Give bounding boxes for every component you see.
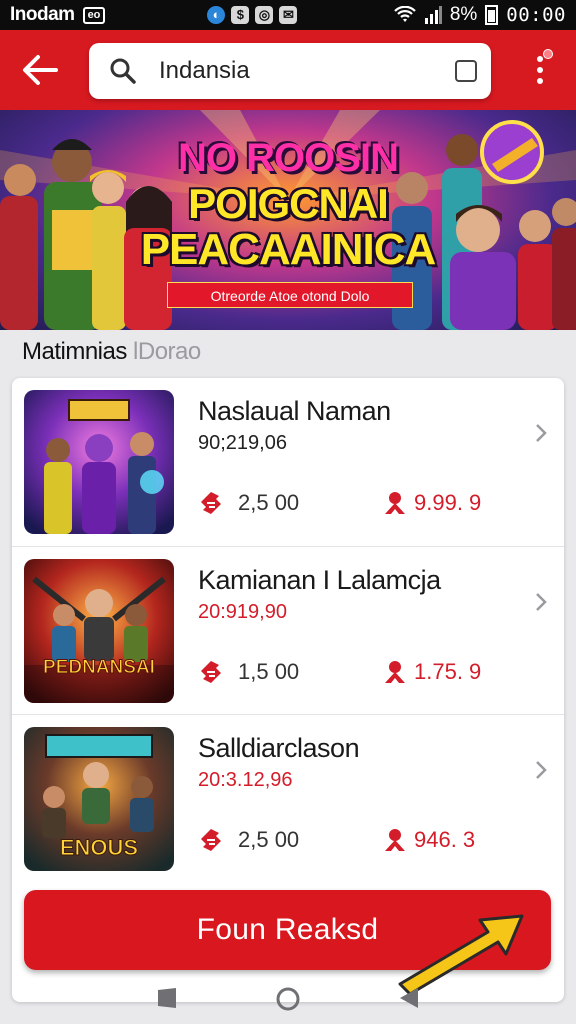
ticket-icon <box>201 661 221 683</box>
thumb-title: PEDNANSAI <box>43 657 155 678</box>
item-stat-price-value: 2,5 00 <box>238 827 300 852</box>
chevron-right-icon[interactable] <box>534 422 548 444</box>
dollar-icon: $ <box>231 6 250 24</box>
signal-icon <box>424 6 442 24</box>
item-stat-price: 2,5 00 <box>198 827 299 853</box>
search-icon[interactable] <box>109 57 137 85</box>
item-code: 90;219,06 <box>198 432 287 454</box>
ticket-icon <box>201 829 221 851</box>
banner-ribbon: Otreorde Atoe otond Dolo <box>167 282 413 308</box>
clock: 00:00 <box>506 4 566 26</box>
section-title-sub: lDorao <box>133 338 201 365</box>
banner-title-line2: POIGCNAI <box>188 180 389 227</box>
item-stat-price-value: 1,5 00 <box>238 659 300 684</box>
banner-title-line3: PEACAAINICA <box>140 225 437 274</box>
item-stat-rating-value: 946. 3 <box>414 827 476 852</box>
item-name: Kamianan I Lalamcja <box>198 565 441 595</box>
battery-percent: 8% <box>449 4 478 25</box>
thumbnail: PEDNANSAI <box>24 559 174 703</box>
ticket-icon <box>201 492 221 514</box>
item-code: 20:3.12,96 <box>198 769 293 791</box>
notification-dot <box>543 49 553 59</box>
nav-home-icon[interactable] <box>275 986 301 1012</box>
sim-icon: eo <box>82 6 106 24</box>
star-burst-icon <box>385 829 405 851</box>
wifi-icon <box>394 6 416 22</box>
item-stat-rating-value: 1.75. 9 <box>414 659 482 684</box>
nav-recents-icon[interactable] <box>156 986 178 1010</box>
section-title-main: Matimnias <box>22 338 127 365</box>
notification-icons: ◐ $ ◎ ✉ <box>207 6 298 24</box>
promo-banner[interactable]: NO ROOSIN POIGCNAI PEACAAINICA Otreorde … <box>0 110 576 330</box>
list-item[interactable]: PEDNANSAI Kamianan I Lalamcja 20:919,90 … <box>12 546 564 714</box>
banner-title-line1: NO ROOSIN <box>178 136 399 180</box>
thumbnail: ENOUS <box>24 727 174 871</box>
search-input[interactable]: Indansia <box>159 57 250 85</box>
mail-icon: ✉ <box>279 6 298 24</box>
back-arrow-icon[interactable] <box>20 52 60 88</box>
settings-icon: ◎ <box>255 6 274 24</box>
system-nav-bar <box>0 972 576 1024</box>
list-item[interactable]: ENOUS Salldiarclason 20:3.12,96 2,5 00 9… <box>12 714 564 882</box>
thumb-title: ENOUS <box>60 835 138 860</box>
nav-back-icon[interactable] <box>398 986 420 1010</box>
item-stat-price: 2,5 00 <box>198 490 299 516</box>
chevron-right-icon[interactable] <box>534 759 548 781</box>
messenger-icon: ◐ <box>207 6 226 24</box>
list-item[interactable]: Naslaual Naman 90;219,06 2,5 00 9.99. 9 <box>12 378 564 546</box>
item-stat-price-value: 2,5 00 <box>238 490 300 515</box>
item-name: Naslaual Naman <box>198 396 391 426</box>
thumbnail <box>24 390 174 534</box>
item-stat-rating: 1.75. 9 <box>382 659 481 685</box>
item-code: 20:919,90 <box>198 601 287 623</box>
battery-icon <box>485 5 499 25</box>
chevron-right-icon[interactable] <box>534 591 548 613</box>
item-stat-rating: 9.99. 9 <box>382 490 481 516</box>
status-bar: Inodam eo ◐ $ ◎ ✉ 8% 00:00 <box>0 0 576 30</box>
search-box[interactable]: Indansia <box>89 43 491 99</box>
star-burst-icon <box>385 492 405 514</box>
star-burst-icon <box>385 661 405 683</box>
carrier-label: Inodam <box>10 4 75 25</box>
item-stat-price: 1,5 00 <box>198 659 299 685</box>
app-bar: Indansia <box>0 30 576 110</box>
section-title: Matimnias lDorao <box>22 338 201 366</box>
item-name: Salldiarclason <box>198 733 360 763</box>
item-stat-rating-value: 9.99. 9 <box>414 490 482 515</box>
more-vert-icon[interactable] <box>530 49 553 92</box>
item-stat-rating: 946. 3 <box>382 827 475 853</box>
tabs-icon[interactable] <box>455 60 477 82</box>
